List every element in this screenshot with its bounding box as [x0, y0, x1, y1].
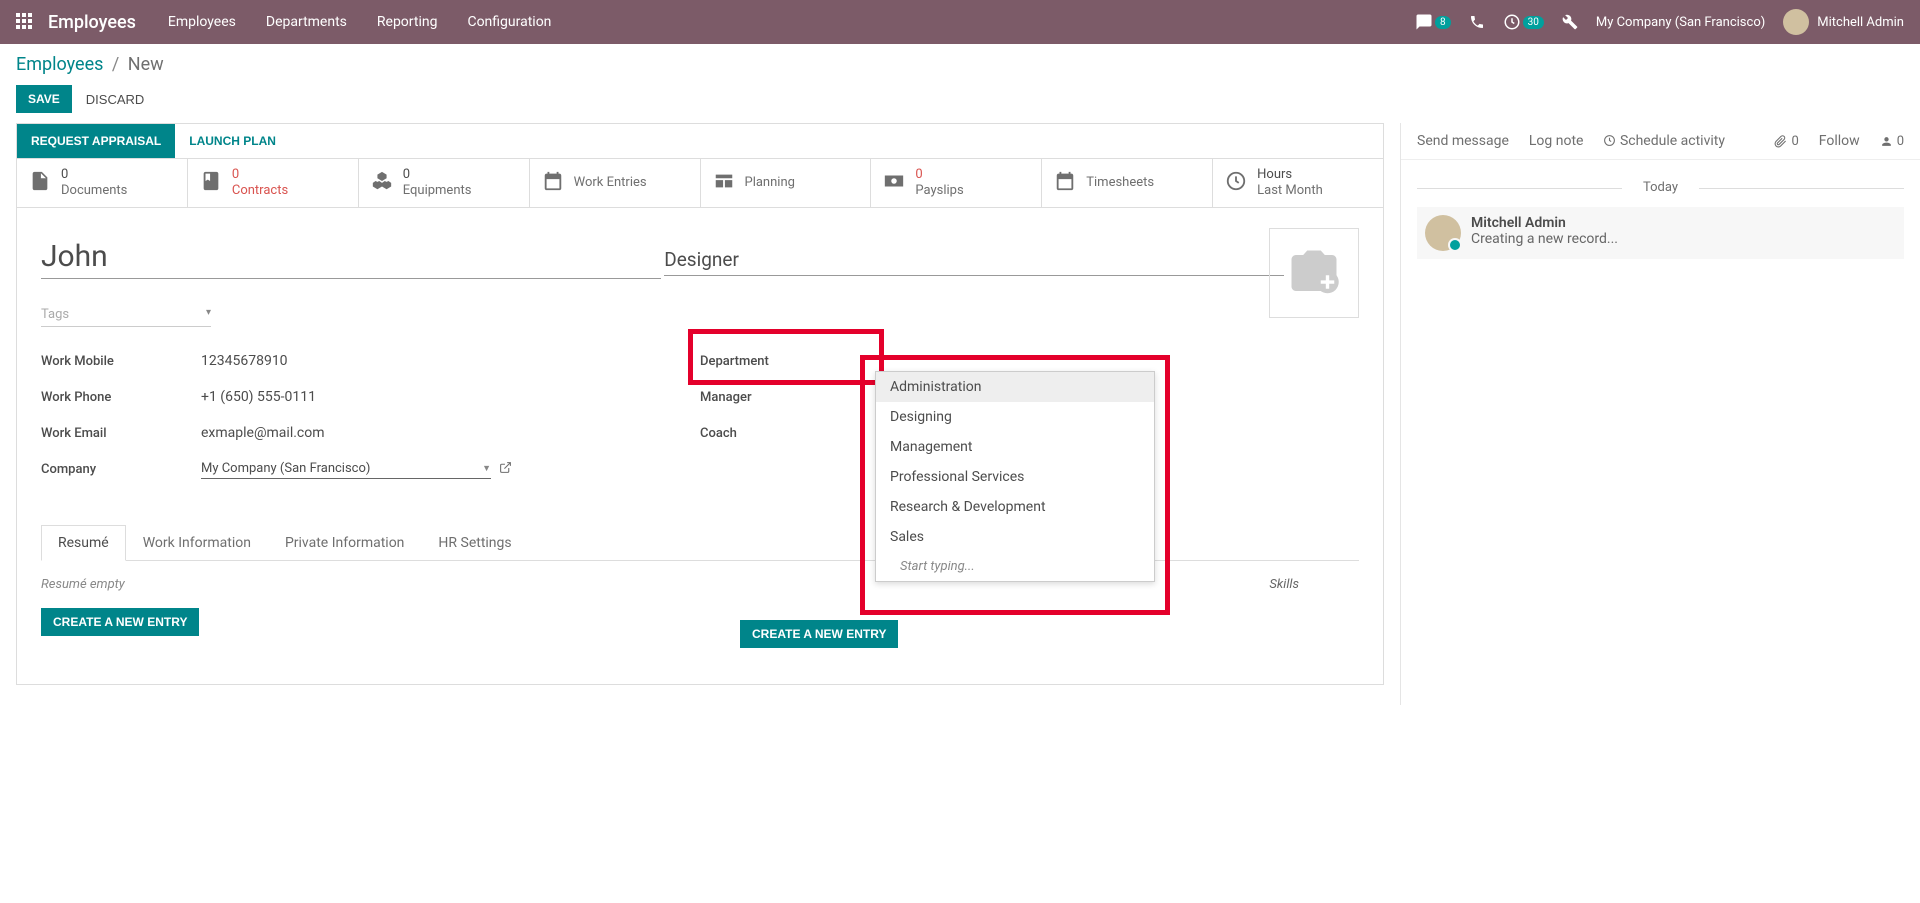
tags-input[interactable]: Tags: [41, 303, 211, 327]
breadcrumb-root[interactable]: Employees: [16, 54, 103, 75]
work-phone-value[interactable]: +1 (650) 555-0111: [201, 389, 316, 405]
tab-resume[interactable]: Resumé: [41, 525, 126, 561]
work-mobile-label: Work Mobile: [41, 354, 201, 369]
job-title-input[interactable]: [664, 244, 1284, 276]
main-menu: Employees Departments Reporting Configur…: [168, 14, 552, 30]
brand-title: Employees: [48, 12, 136, 33]
tab-hr-settings[interactable]: HR Settings: [421, 525, 528, 560]
stat-timesheets[interactable]: Timesheets: [1042, 159, 1213, 207]
user-menu[interactable]: Mitchell Admin: [1783, 9, 1904, 35]
work-email-value[interactable]: exmaple@mail.com: [201, 425, 325, 441]
debug-icon[interactable]: [1562, 14, 1578, 30]
chatter: Send message Log note Schedule activity …: [1400, 123, 1920, 705]
send-message-link[interactable]: Send message: [1417, 133, 1509, 149]
top-nav: Employees Employees Departments Reportin…: [0, 0, 1920, 44]
tab-private-info[interactable]: Private Information: [268, 525, 421, 560]
follower-count[interactable]: 0: [1880, 134, 1904, 149]
book-icon: [200, 170, 222, 197]
resume-empty-msg: Resumé empty: [41, 577, 660, 592]
message-body: Creating a new record...: [1471, 231, 1618, 247]
chat-badge: 8: [1435, 16, 1451, 29]
create-resume-entry-button[interactable]: CREATE A NEW ENTRY: [41, 608, 199, 636]
user-avatar-icon: [1783, 9, 1809, 35]
stat-equipments[interactable]: 0Equipments: [359, 159, 530, 207]
stat-buttons: 0Documents 0Contracts 0Equipments Work E…: [16, 159, 1384, 208]
activity-badge: 30: [1523, 16, 1544, 29]
work-email-label: Work Email: [41, 426, 201, 441]
discard-button[interactable]: DISCARD: [86, 92, 145, 107]
work-phone-label: Work Phone: [41, 390, 201, 405]
manager-label: Manager: [700, 390, 860, 405]
company-select[interactable]: My Company (San Francisco)▼: [201, 459, 491, 479]
message-avatar-icon: [1425, 215, 1461, 251]
chat-date-separator: Today: [1417, 180, 1904, 195]
stat-documents[interactable]: 0Documents: [17, 159, 188, 207]
document-icon: [29, 170, 51, 197]
save-button[interactable]: SAVE: [16, 85, 72, 113]
company-label: Company: [41, 462, 201, 477]
log-note-link[interactable]: Log note: [1529, 133, 1584, 149]
request-appraisal-button[interactable]: REQUEST APPRAISAL: [17, 124, 175, 158]
phone-icon[interactable]: [1469, 14, 1485, 30]
chat-icon[interactable]: 8: [1415, 13, 1451, 31]
clock-icon: [1225, 170, 1247, 197]
stat-contracts[interactable]: 0Contracts: [188, 159, 359, 207]
dropdown-item[interactable]: Administration: [876, 372, 1154, 402]
cubes-icon: [371, 170, 393, 197]
menu-departments[interactable]: Departments: [266, 14, 347, 30]
schedule-activity-link[interactable]: Schedule activity: [1603, 133, 1725, 149]
dropdown-item[interactable]: Professional Services: [876, 462, 1154, 492]
follow-button[interactable]: Follow: [1819, 133, 1860, 149]
planning-icon: [713, 170, 735, 197]
activity-icon[interactable]: 30: [1503, 13, 1544, 31]
breadcrumb: Employees / New: [16, 54, 1904, 75]
attachment-count[interactable]: 0: [1774, 134, 1798, 149]
calendar-icon: [542, 170, 564, 197]
department-label: Department: [700, 354, 860, 369]
stat-payslips[interactable]: 0Payslips: [871, 159, 1042, 207]
menu-employees[interactable]: Employees: [168, 14, 236, 30]
status-bar: REQUEST APPRAISAL LAUNCH PLAN: [16, 123, 1384, 159]
dropdown-item[interactable]: Research & Development: [876, 492, 1154, 522]
dropdown-item[interactable]: Management: [876, 432, 1154, 462]
dropdown-item[interactable]: Designing: [876, 402, 1154, 432]
form-sheet: Tags Work Mobile12345678910 Work Phone+1…: [16, 208, 1384, 685]
chat-message: Mitchell Admin Creating a new record...: [1417, 207, 1904, 259]
tabs: Resumé Work Information Private Informat…: [41, 525, 1359, 561]
dropdown-footer: Start typing...: [876, 552, 1154, 581]
money-icon: [883, 170, 905, 197]
external-link-icon[interactable]: [499, 461, 512, 478]
dropdown-item[interactable]: Sales: [876, 522, 1154, 552]
stat-work-entries[interactable]: Work Entries: [530, 159, 701, 207]
user-name: Mitchell Admin: [1817, 15, 1904, 30]
breadcrumb-current: New: [128, 54, 164, 75]
apps-icon[interactable]: [16, 13, 34, 31]
employee-name-input[interactable]: [41, 235, 661, 279]
department-dropdown: Administration Designing Management Prof…: [875, 371, 1155, 582]
menu-reporting[interactable]: Reporting: [377, 14, 438, 30]
company-selector[interactable]: My Company (San Francisco): [1596, 15, 1765, 30]
stat-planning[interactable]: Planning: [701, 159, 872, 207]
coach-label: Coach: [700, 426, 860, 441]
stat-hours[interactable]: HoursLast Month: [1213, 159, 1383, 207]
message-author: Mitchell Admin: [1471, 215, 1618, 231]
menu-configuration[interactable]: Configuration: [467, 14, 551, 30]
create-skill-entry-button[interactable]: CREATE A NEW ENTRY: [740, 620, 898, 648]
photo-upload[interactable]: [1269, 228, 1359, 318]
tab-work-info[interactable]: Work Information: [126, 525, 268, 560]
work-mobile-value[interactable]: 12345678910: [201, 353, 288, 369]
calendar2-icon: [1054, 170, 1076, 197]
launch-plan-button[interactable]: LAUNCH PLAN: [175, 124, 290, 158]
